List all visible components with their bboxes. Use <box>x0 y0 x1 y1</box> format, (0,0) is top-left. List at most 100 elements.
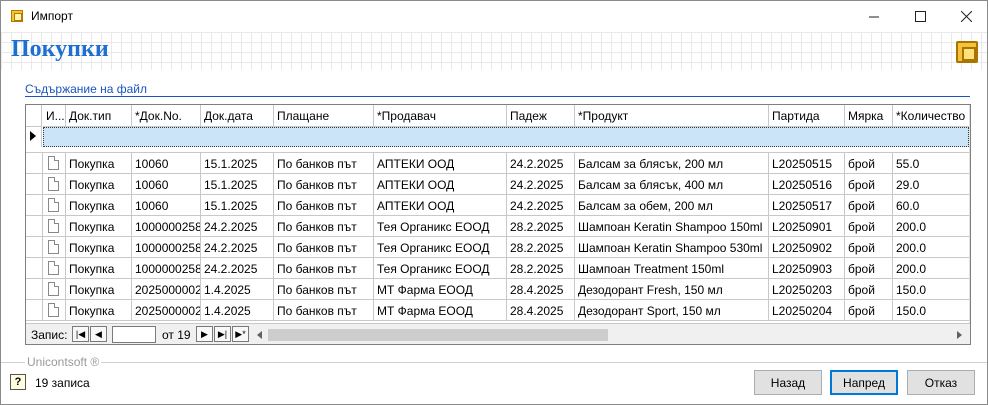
tab-file-contents[interactable]: Съдържание на файл <box>25 82 147 96</box>
table-cell[interactable]: По банков път <box>274 300 374 321</box>
table-cell[interactable]: L20250901 <box>769 216 845 237</box>
table-cell[interactable]: Покупка <box>66 237 132 258</box>
table-cell[interactable]: АПТЕКИ ООД <box>374 195 507 216</box>
table-row[interactable]: Покупка 1000000258 24.2.2025 По банков път Т… <box>26 258 970 279</box>
table-cell[interactable]: L20250517 <box>769 195 845 216</box>
minimize-button[interactable] <box>851 1 897 32</box>
table-cell[interactable]: По банков път <box>274 258 374 279</box>
row-selector[interactable] <box>26 174 43 195</box>
table-cell[interactable]: 15.1.2025 <box>201 195 274 216</box>
row-selector[interactable] <box>26 300 43 321</box>
column-header[interactable]: Плащане <box>274 105 374 127</box>
table-cell[interactable]: Тея Органикс ЕООД <box>374 258 507 279</box>
column-header[interactable]: Партида <box>769 105 845 127</box>
table-cell[interactable]: Шампоан Keratin Shampoo 150ml <box>575 216 769 237</box>
table-cell[interactable]: Покупка <box>66 174 132 195</box>
column-header[interactable]: Док.дата <box>201 105 274 127</box>
table-row[interactable]: Покупка 10060 15.1.2025 По банков път АПТЕКИ… <box>26 153 970 174</box>
table-cell[interactable]: МТ Фарма ЕООД <box>374 279 507 300</box>
table-cell[interactable]: 15.1.2025 <box>201 174 274 195</box>
table-cell[interactable]: 28.4.2025 <box>507 300 575 321</box>
table-cell[interactable]: Балсам за блясък, 200 мл <box>575 153 769 174</box>
new-row[interactable] <box>43 127 969 147</box>
table-cell[interactable]: По банков път <box>274 153 374 174</box>
table-cell[interactable]: 24.2.2025 <box>201 237 274 258</box>
table-cell[interactable]: Балсам за блясък, 400 мл <box>575 174 769 195</box>
table-cell[interactable]: Дезодорант Sport, 150 мл <box>575 300 769 321</box>
help-icon[interactable]: ? <box>10 374 26 390</box>
table-cell[interactable]: 28.2.2025 <box>507 237 575 258</box>
table-cell[interactable]: 29.0 <box>893 174 970 195</box>
table-cell[interactable]: Шампоан Keratin Shampoo 530ml <box>575 237 769 258</box>
cancel-button[interactable]: Отказ <box>907 370 975 395</box>
horizontal-scroll-thumb[interactable] <box>268 329 608 341</box>
table-cell[interactable]: 150.0 <box>893 279 970 300</box>
data-grid[interactable]: И... Док.тип *Док.No. Док.дата Плащане *Прода… <box>25 104 971 345</box>
table-cell[interactable]: Покупка <box>66 300 132 321</box>
table-cell[interactable]: 28.2.2025 <box>507 258 575 279</box>
next-record-button[interactable]: ▶ <box>196 326 213 342</box>
table-cell[interactable]: 200.0 <box>893 216 970 237</box>
table-cell[interactable]: По банков път <box>274 279 374 300</box>
table-row[interactable]: Покупка 1000000258 24.2.2025 По банков път Т… <box>26 237 970 258</box>
column-header[interactable]: И... <box>43 105 66 127</box>
table-cell[interactable]: 15.1.2025 <box>201 153 274 174</box>
table-cell[interactable]: АПТЕКИ ООД <box>374 153 507 174</box>
next-button[interactable]: Напред <box>830 370 898 395</box>
table-cell[interactable]: Тея Органикс ЕООД <box>374 216 507 237</box>
back-button[interactable]: Назад <box>754 370 822 395</box>
scroll-right-icon[interactable] <box>957 331 962 339</box>
table-cell[interactable]: По банков път <box>274 237 374 258</box>
table-cell[interactable]: 1000000258 <box>132 216 201 237</box>
table-cell[interactable]: L20250204 <box>769 300 845 321</box>
table-cell[interactable]: L20250902 <box>769 237 845 258</box>
table-cell[interactable]: 1000000258 <box>132 237 201 258</box>
table-cell[interactable]: Дезодорант Fresh, 150 мл <box>575 279 769 300</box>
row-selector[interactable] <box>26 153 43 174</box>
row-selector[interactable] <box>26 237 43 258</box>
table-cell[interactable]: 1000000258 <box>132 258 201 279</box>
table-cell[interactable]: 28.4.2025 <box>507 279 575 300</box>
table-cell[interactable]: L20250203 <box>769 279 845 300</box>
column-header[interactable]: *Продукт <box>575 105 769 127</box>
column-header[interactable]: Падеж <box>507 105 575 127</box>
table-row[interactable]: Покупка 10060 15.1.2025 По банков път АПТЕКИ… <box>26 195 970 216</box>
table-cell[interactable]: МТ Фарма ЕООД <box>374 300 507 321</box>
table-cell[interactable]: 28.2.2025 <box>507 216 575 237</box>
table-cell[interactable]: 24.2.2025 <box>507 153 575 174</box>
table-cell[interactable]: 60.0 <box>893 195 970 216</box>
table-cell[interactable]: Балсам за обем, 200 мл <box>575 195 769 216</box>
vertical-scrollbar[interactable] <box>969 105 970 324</box>
table-cell[interactable]: L20250515 <box>769 153 845 174</box>
column-header[interactable]: Док.тип <box>66 105 132 127</box>
table-cell[interactable]: брой <box>845 174 893 195</box>
table-cell[interactable]: Покупка <box>66 216 132 237</box>
last-record-button[interactable]: ▶| <box>214 326 231 342</box>
table-cell[interactable]: L20250903 <box>769 258 845 279</box>
close-button[interactable] <box>943 1 988 32</box>
table-row[interactable]: Покупка 1000000258 24.2.2025 По банков път Т… <box>26 216 970 237</box>
table-cell[interactable]: Тея Органикс ЕООД <box>374 237 507 258</box>
table-cell[interactable]: По банков път <box>274 174 374 195</box>
table-cell[interactable]: брой <box>845 237 893 258</box>
record-number-input[interactable] <box>112 326 156 343</box>
column-header[interactable]: Мярка <box>845 105 893 127</box>
table-cell[interactable]: 24.2.2025 <box>201 258 274 279</box>
row-selector[interactable] <box>26 258 43 279</box>
row-selector[interactable] <box>26 216 43 237</box>
table-cell[interactable]: брой <box>845 195 893 216</box>
table-cell[interactable]: 200.0 <box>893 237 970 258</box>
maximize-button[interactable] <box>897 1 943 32</box>
table-row[interactable]: Покупка 2025000002 1.4.2025 По банков път МТ… <box>26 279 970 300</box>
table-cell[interactable]: По банков път <box>274 195 374 216</box>
row-selector[interactable] <box>26 195 43 216</box>
table-cell[interactable]: 24.2.2025 <box>507 174 575 195</box>
prev-record-button[interactable]: ◀ <box>90 326 107 342</box>
table-cell[interactable]: брой <box>845 153 893 174</box>
table-cell[interactable]: Покупка <box>66 258 132 279</box>
table-cell[interactable]: брой <box>845 279 893 300</box>
table-cell[interactable]: 10060 <box>132 195 201 216</box>
table-cell[interactable]: Шампоан Treatment 150ml <box>575 258 769 279</box>
table-cell[interactable]: 1.4.2025 <box>201 300 274 321</box>
column-header[interactable]: *Количество <box>893 105 970 127</box>
